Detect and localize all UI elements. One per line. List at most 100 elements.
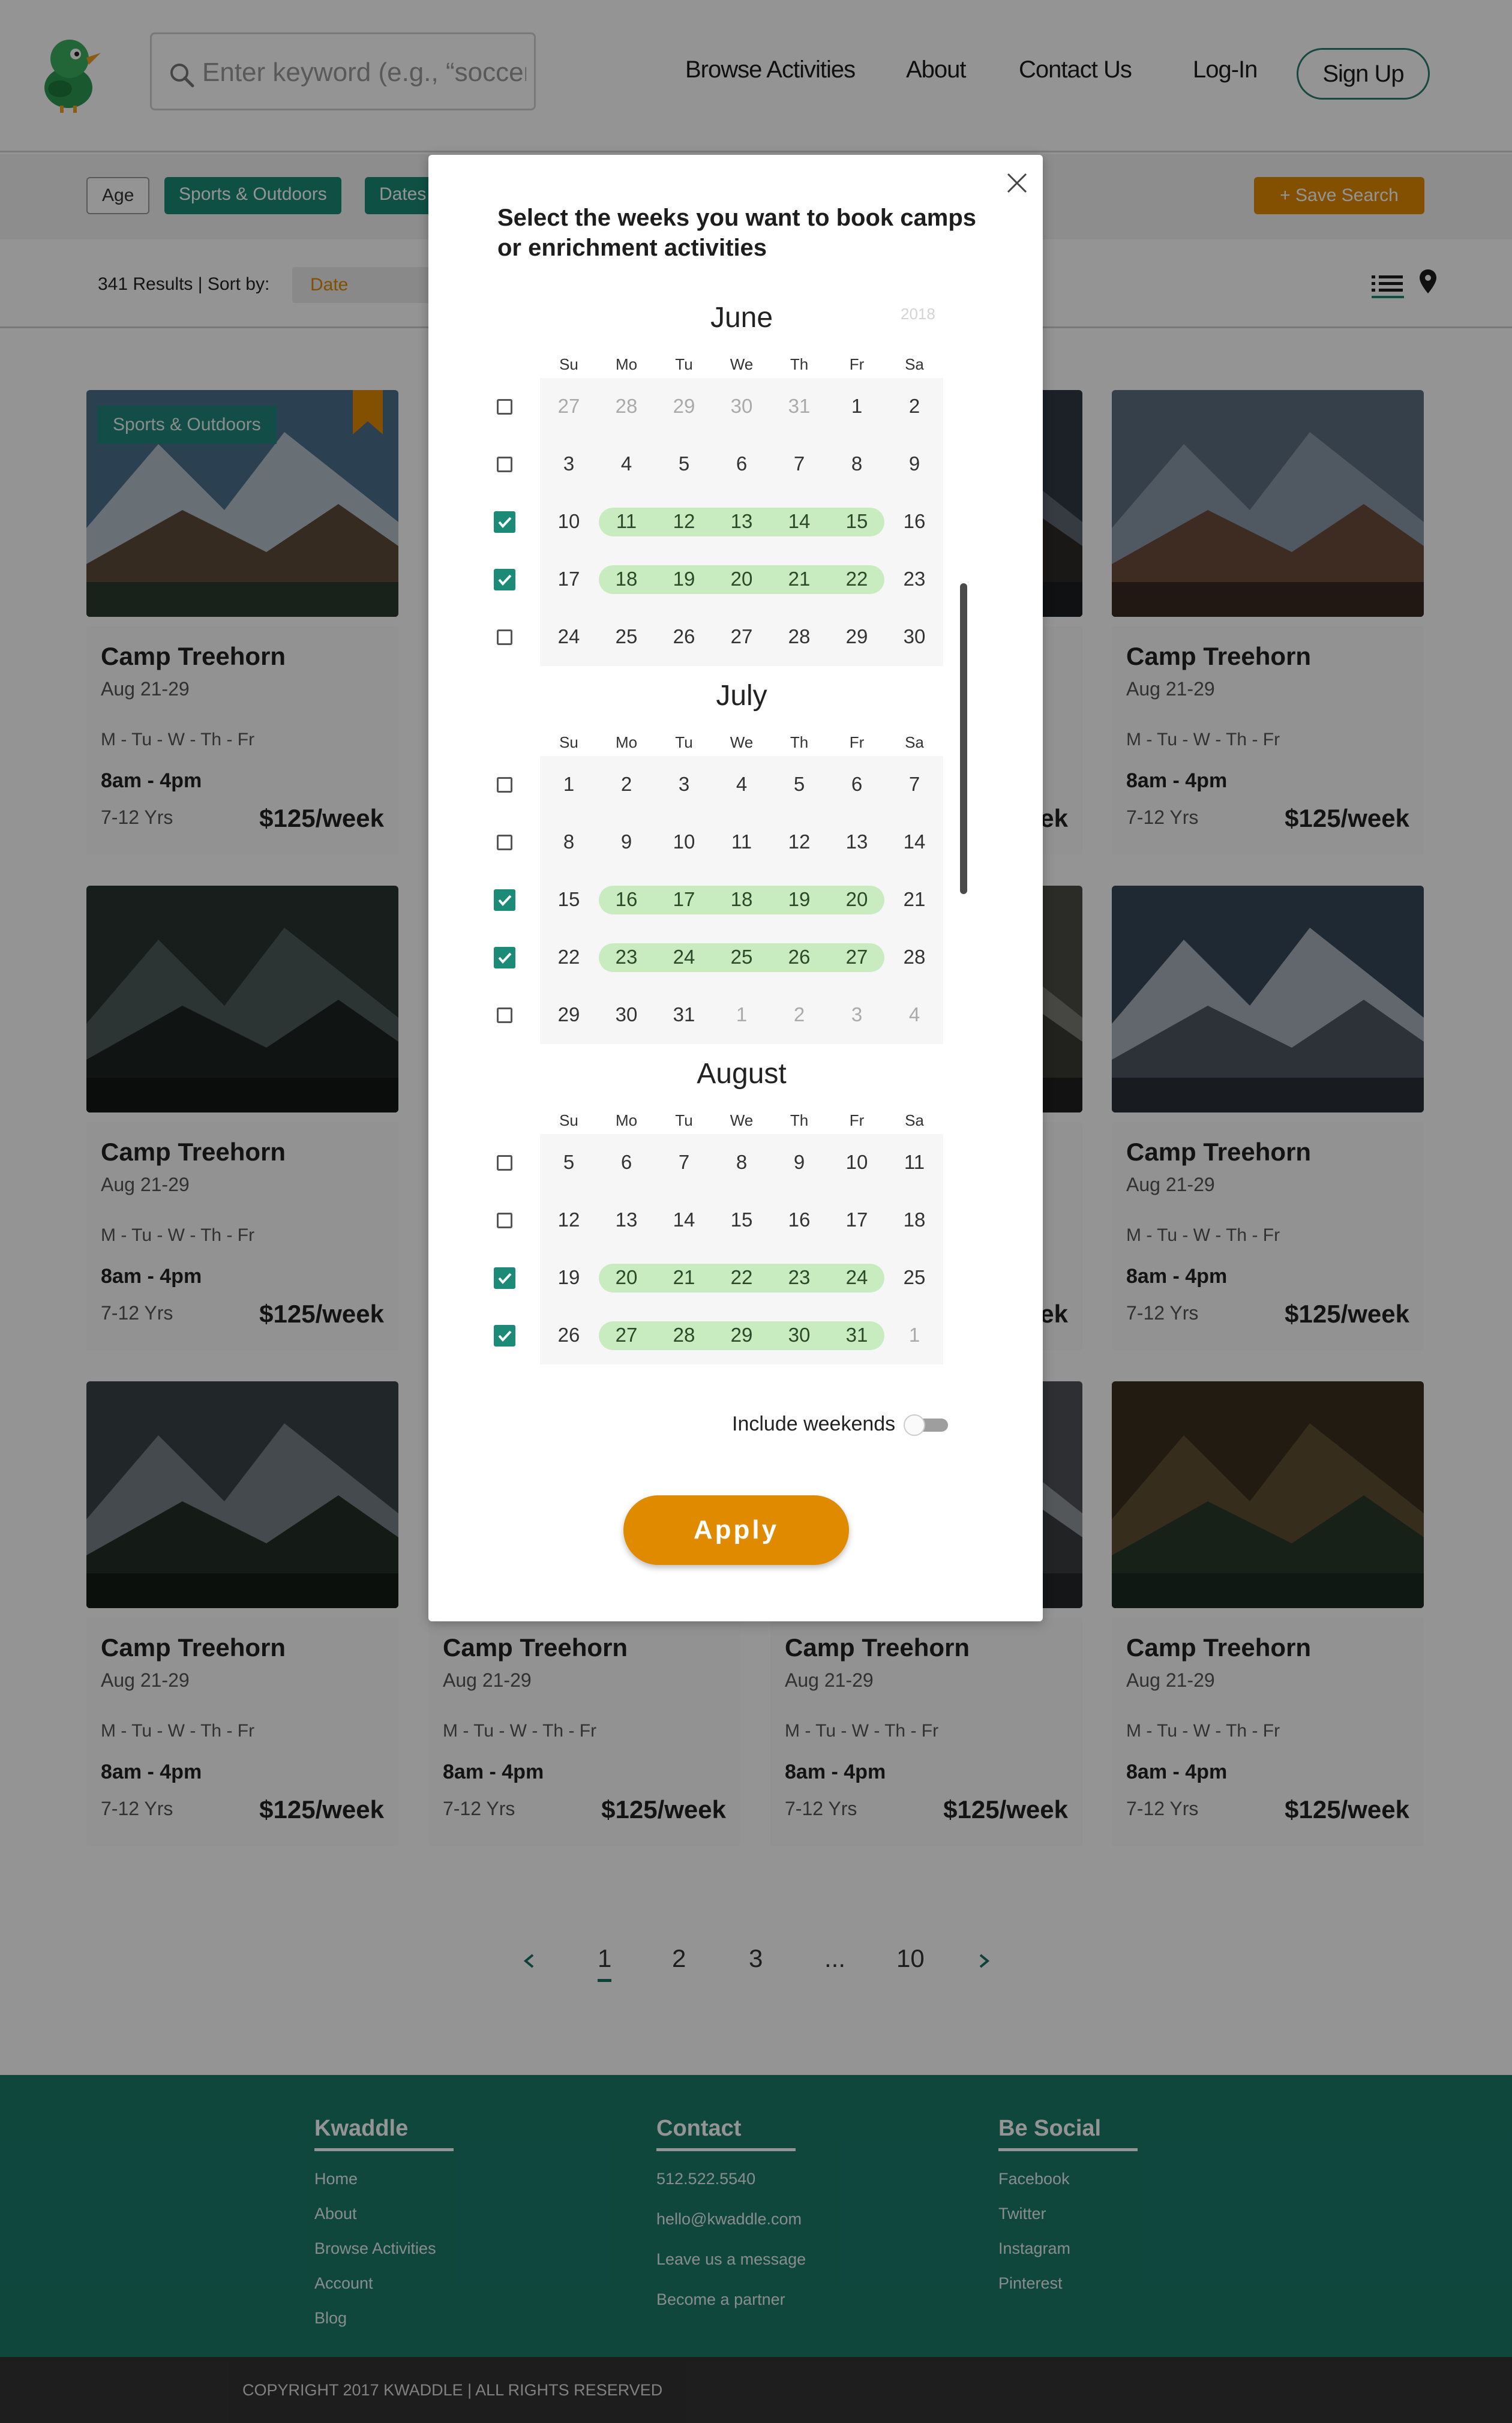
calendar-day[interactable]: 4: [598, 452, 655, 475]
calendar-day[interactable]: 24: [540, 625, 598, 648]
calendar-day[interactable]: 20: [598, 1266, 655, 1289]
calendar-day[interactable]: 27: [713, 625, 770, 648]
calendar-day[interactable]: 9: [770, 1151, 828, 1174]
calendar-day[interactable]: 13: [828, 830, 886, 853]
calendar-day[interactable]: 23: [598, 946, 655, 968]
calendar-day[interactable]: 7: [655, 1151, 713, 1174]
calendar-day[interactable]: 11: [886, 1151, 943, 1174]
calendar-day[interactable]: 30: [770, 1324, 828, 1347]
week-checkbox-checked[interactable]: [494, 889, 515, 911]
calendar-day[interactable]: 4: [886, 1003, 943, 1026]
calendar-day[interactable]: 12: [540, 1208, 598, 1231]
calendar-day[interactable]: 2: [886, 395, 943, 418]
calendar-day[interactable]: 25: [598, 625, 655, 648]
calendar-day[interactable]: 26: [770, 946, 828, 968]
calendar-day[interactable]: 20: [713, 568, 770, 590]
calendar-day[interactable]: 10: [828, 1151, 886, 1174]
calendar-day[interactable]: 27: [540, 395, 598, 418]
calendar-day[interactable]: 27: [598, 1324, 655, 1347]
week-checkbox[interactable]: [497, 835, 512, 850]
calendar-day[interactable]: 18: [598, 568, 655, 590]
calendar-day[interactable]: 28: [598, 395, 655, 418]
calendar-day[interactable]: 6: [828, 773, 886, 796]
week-checkbox[interactable]: [497, 777, 512, 793]
week-checkbox[interactable]: [497, 399, 512, 415]
calendar-day[interactable]: 10: [655, 830, 713, 853]
calendar-day[interactable]: 25: [886, 1266, 943, 1289]
calendar-day[interactable]: 18: [713, 888, 770, 911]
week-checkbox[interactable]: [497, 1155, 512, 1171]
calendar-day[interactable]: 16: [598, 888, 655, 911]
calendar-day[interactable]: 10: [540, 510, 598, 533]
calendar-day[interactable]: 29: [828, 625, 886, 648]
calendar-day[interactable]: 1: [828, 395, 886, 418]
week-checkbox-checked[interactable]: [494, 1267, 515, 1289]
calendar-day[interactable]: 16: [770, 1208, 828, 1231]
calendar-day[interactable]: 31: [655, 1003, 713, 1026]
calendar-day[interactable]: 19: [540, 1266, 598, 1289]
calendar-day[interactable]: 7: [886, 773, 943, 796]
week-checkbox[interactable]: [497, 457, 512, 472]
calendar-day[interactable]: 28: [770, 625, 828, 648]
calendar-day[interactable]: 15: [540, 888, 598, 911]
calendar-day[interactable]: 17: [828, 1208, 886, 1231]
calendar-day[interactable]: 29: [540, 1003, 598, 1026]
include-weekends-toggle[interactable]: [902, 1413, 949, 1437]
apply-button[interactable]: Apply: [623, 1495, 849, 1565]
calendar-day[interactable]: 11: [598, 510, 655, 533]
calendar-day[interactable]: 5: [540, 1151, 598, 1174]
week-checkbox-checked[interactable]: [494, 947, 515, 968]
calendar-day[interactable]: 22: [828, 568, 886, 590]
calendar-day[interactable]: 26: [655, 625, 713, 648]
calendar-day[interactable]: 5: [770, 773, 828, 796]
calendar-day[interactable]: 11: [713, 830, 770, 853]
week-checkbox[interactable]: [497, 1213, 512, 1228]
calendar-day[interactable]: 15: [713, 1208, 770, 1231]
calendar-day[interactable]: 16: [886, 510, 943, 533]
calendar-day[interactable]: 21: [886, 888, 943, 911]
calendar-day[interactable]: 31: [828, 1324, 886, 1347]
calendar-day[interactable]: 31: [770, 395, 828, 418]
calendar-day[interactable]: 8: [713, 1151, 770, 1174]
calendar-day[interactable]: 6: [713, 452, 770, 475]
calendar-day[interactable]: 15: [828, 510, 886, 533]
calendar-day[interactable]: 30: [886, 625, 943, 648]
calendar-day[interactable]: 14: [770, 510, 828, 533]
calendar-day[interactable]: 26: [540, 1324, 598, 1347]
calendar-day[interactable]: 21: [770, 568, 828, 590]
calendar-day[interactable]: 12: [655, 510, 713, 533]
calendar-day[interactable]: 24: [655, 946, 713, 968]
calendar-day[interactable]: 5: [655, 452, 713, 475]
week-checkbox-checked[interactable]: [494, 569, 515, 590]
calendar-day[interactable]: 18: [886, 1208, 943, 1231]
calendar-day[interactable]: 4: [713, 773, 770, 796]
calendar-day[interactable]: 12: [770, 830, 828, 853]
calendar-day[interactable]: 19: [655, 568, 713, 590]
calendar-day[interactable]: 1: [540, 773, 598, 796]
calendar-scrollbar[interactable]: [960, 583, 967, 894]
calendar-day[interactable]: 7: [770, 452, 828, 475]
calendar-day[interactable]: 27: [828, 946, 886, 968]
calendar-day[interactable]: 17: [655, 888, 713, 911]
week-checkbox-checked[interactable]: [494, 511, 515, 533]
week-checkbox[interactable]: [497, 629, 512, 645]
calendar-day[interactable]: 23: [886, 568, 943, 590]
calendar-day[interactable]: 29: [655, 395, 713, 418]
calendar-day[interactable]: 30: [713, 395, 770, 418]
calendar-day[interactable]: 1: [713, 1003, 770, 1026]
calendar-day[interactable]: 22: [713, 1266, 770, 1289]
calendar-day[interactable]: 9: [598, 830, 655, 853]
week-checkbox[interactable]: [497, 1007, 512, 1023]
calendar-day[interactable]: 25: [713, 946, 770, 968]
week-checkbox-checked[interactable]: [494, 1325, 515, 1347]
calendar-day[interactable]: 29: [713, 1324, 770, 1347]
calendar-day[interactable]: 20: [828, 888, 886, 911]
calendar-day[interactable]: 14: [655, 1208, 713, 1231]
calendar-day[interactable]: 21: [655, 1266, 713, 1289]
calendar-day[interactable]: 28: [655, 1324, 713, 1347]
calendar-day[interactable]: 8: [540, 830, 598, 853]
close-icon[interactable]: [1002, 168, 1032, 198]
calendar-day[interactable]: 22: [540, 946, 598, 968]
calendar-day[interactable]: 30: [598, 1003, 655, 1026]
calendar-day[interactable]: 9: [886, 452, 943, 475]
